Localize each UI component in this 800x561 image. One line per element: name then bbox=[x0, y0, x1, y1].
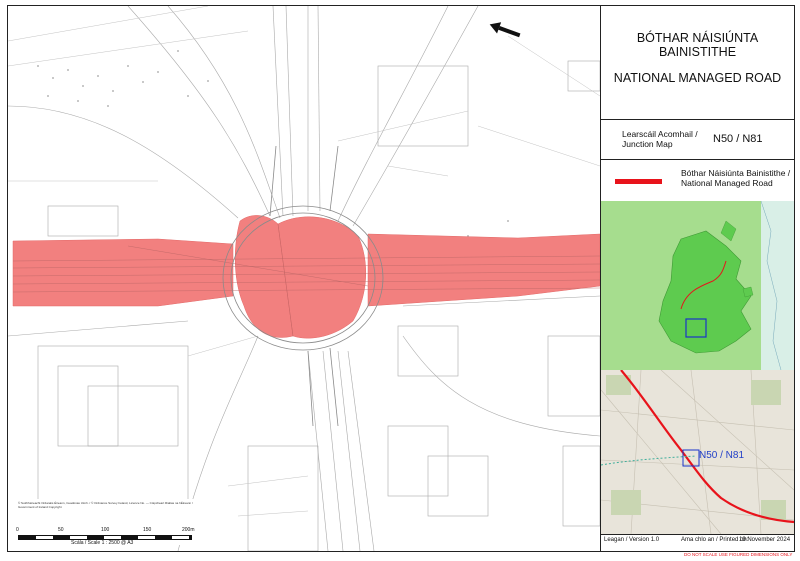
junction-map-row: Learscáil Acomhail / Junction Map N50 / … bbox=[601, 119, 794, 160]
scale-tick-200: 200m bbox=[182, 527, 195, 533]
scale-tick-100: 100 bbox=[101, 527, 110, 533]
title-english: NATIONAL MANAGED ROAD bbox=[613, 71, 782, 85]
scale-tick-0: 0 bbox=[16, 527, 19, 533]
legend-label: Bóthar Náisiúnta Bainistithe / National … bbox=[681, 168, 791, 188]
scale-box: © Suirbhéireacht Ordanáis Éireann, Ceadú… bbox=[16, 499, 198, 546]
version-label: Leagan / Version 1.0 bbox=[604, 537, 660, 543]
map-title: BÓTHAR NÁISIÚNTA BAINISTITHE NATIONAL MA… bbox=[601, 6, 794, 120]
basemap bbox=[8, 6, 600, 551]
overview-map-graphic bbox=[601, 370, 794, 534]
copyright-note: © Suirbhéireacht Ordanáis Éireann, Ceadú… bbox=[18, 501, 193, 509]
junction-map[interactable]: © Suirbhéireacht Ordanáis Éireann, Ceadú… bbox=[8, 6, 600, 551]
locator-map-graphic bbox=[658, 201, 794, 370]
junction-map-label: Learscáil Acomhail / Junction Map bbox=[622, 129, 698, 149]
overview-map[interactable]: N50 / N81 bbox=[601, 370, 794, 535]
legend: Bóthar Náisiúnta Bainistithe / National … bbox=[601, 159, 794, 202]
printed-date: 19 November 2024 bbox=[739, 537, 791, 543]
locator-map[interactable] bbox=[601, 201, 794, 371]
footer: Leagan / Version 1.0 Ama chlo an / Print… bbox=[601, 534, 794, 551]
junction-code: N50 / N81 bbox=[713, 133, 763, 145]
scale-warning: DO NOT SCALE USE FIGURED DIMENSIONS ONLY bbox=[684, 552, 793, 557]
overview-junction-label: N50 / N81 bbox=[699, 450, 745, 461]
title-irish: BÓTHAR NÁISIÚNTA BAINISTITHE bbox=[636, 31, 759, 59]
scale-tick-150: 150 bbox=[143, 527, 152, 533]
north-arrow-icon bbox=[489, 22, 521, 38]
map-sheet: © Suirbhéireacht Ordanáis Éireann, Ceadú… bbox=[7, 5, 795, 552]
scale-text: Scála / Scale 1 : 2500 @ A3 bbox=[71, 540, 134, 546]
info-panel: BÓTHAR NÁISIÚNTA BAINISTITHE NATIONAL MA… bbox=[600, 6, 794, 551]
scale-tick-50: 50 bbox=[58, 527, 64, 533]
managed-road-swatch bbox=[615, 179, 662, 184]
